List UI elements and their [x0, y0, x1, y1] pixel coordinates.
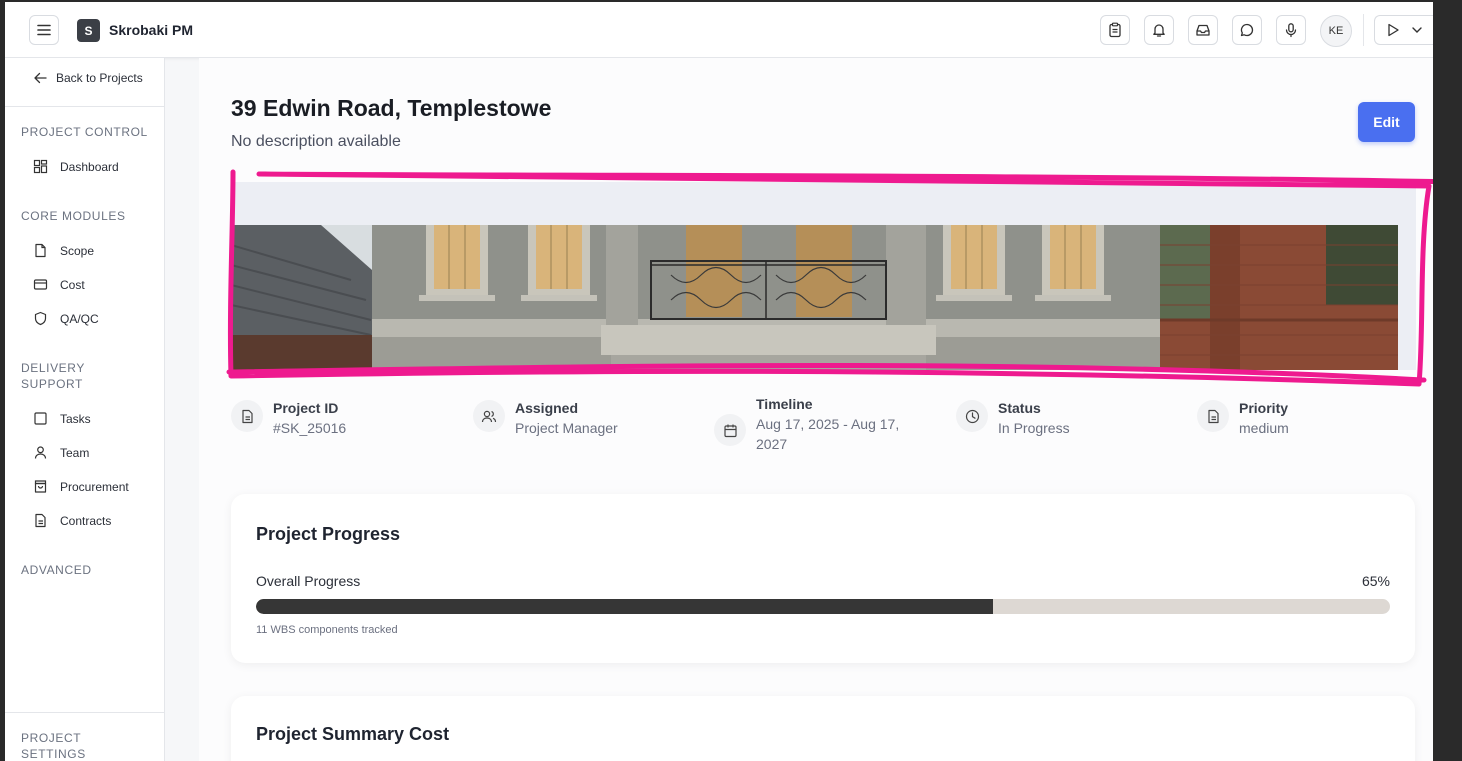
meta-label: Project ID: [273, 400, 339, 416]
document-icon: [231, 400, 263, 432]
sidebar-item-qaqc[interactable]: QA/QC: [33, 311, 99, 326]
sidebar-item-label: Cost: [60, 277, 85, 292]
progress-card: Project Progress Overall Progress 65% 11…: [231, 494, 1415, 663]
file-icon: [35, 243, 46, 258]
meta-label: Status: [998, 400, 1041, 416]
edit-button[interactable]: Edit: [1358, 102, 1415, 142]
app-logo[interactable]: S: [77, 19, 100, 42]
microphone-icon: [1285, 23, 1297, 38]
sidebar-item-dashboard[interactable]: Dashboard: [33, 159, 119, 174]
meta-value: Aug 17, 2025 - Aug 17, 2027: [756, 416, 900, 452]
shopping-bag-icon: [34, 480, 47, 493]
page-title: 39 Edwin Road, Templestowe: [231, 95, 552, 121]
card-title: Project Progress: [256, 524, 401, 544]
back-label: Back to Projects: [56, 71, 143, 85]
sidebar-item-scope[interactable]: Scope: [33, 243, 94, 258]
progress-percent: 65%: [1361, 573, 1390, 589]
meta-value: Project Manager: [515, 420, 618, 436]
menu-button[interactable]: [29, 15, 59, 45]
arrow-left-icon: [34, 72, 47, 84]
project-banner: [231, 182, 1416, 370]
sidebar-item-label: Contracts: [60, 513, 112, 528]
user-avatar[interactable]: KE: [1320, 15, 1352, 47]
wbs-note: 11 WBS components tracked: [256, 624, 398, 636]
voice-button[interactable]: [1276, 15, 1306, 45]
sidebar-divider: [5, 712, 164, 713]
meta-status: Status In Progress: [956, 398, 1070, 438]
summary-cost-card: Project Summary Cost: [231, 696, 1415, 761]
meta-project-id: Project ID #SK_25016: [231, 398, 346, 438]
sidebar-item-procurement[interactable]: Procurement: [33, 479, 129, 494]
app-title[interactable]: Skrobaki PM: [109, 22, 193, 38]
document-icon: [35, 513, 46, 528]
meta-value: In Progress: [998, 420, 1070, 436]
sidebar: Back to Projects PROJECT CONTROL Dashboa…: [5, 58, 165, 761]
inbox-icon: [1196, 24, 1210, 36]
sidebar-item-label: QA/QC: [60, 311, 99, 326]
meta-priority: Priority medium: [1197, 398, 1289, 438]
meta-label: Priority: [1239, 400, 1289, 416]
play-icon: [1388, 23, 1399, 37]
sidebar-item-label: Tasks: [60, 411, 91, 426]
section-delivery-support: DELIVERY SUPPORT: [21, 361, 85, 391]
sidebar-item-label: Dashboard: [60, 159, 119, 174]
square-icon: [34, 412, 47, 425]
chat-icon: [1240, 23, 1254, 37]
clock-icon: [956, 400, 988, 432]
sidebar-item-tasks[interactable]: Tasks: [33, 411, 91, 426]
meta-assigned: Assigned Project Manager: [473, 398, 618, 438]
clipboard-button[interactable]: [1100, 15, 1130, 45]
sidebar-item-team[interactable]: Team: [33, 445, 89, 460]
back-to-projects-link[interactable]: Back to Projects: [33, 71, 143, 85]
meta-value: #SK_25016: [273, 420, 347, 436]
house-photo: [231, 225, 1398, 370]
users-icon: [473, 400, 505, 432]
sidebar-item-label: Team: [60, 445, 90, 460]
progress-bar-fill: [256, 599, 994, 614]
bell-icon: [1153, 24, 1165, 37]
top-header: S Skrobaki PM KE: [5, 2, 1433, 58]
project-description: No description available: [231, 133, 401, 150]
document-icon: [1197, 400, 1229, 432]
sidebar-item-contracts[interactable]: Contracts: [33, 513, 111, 528]
progress-bar: [256, 599, 1390, 614]
section-advanced: ADVANCED: [21, 563, 92, 577]
card-title: Project Summary Cost: [256, 724, 450, 744]
menu-icon: [37, 24, 51, 36]
chevron-down-icon: [1412, 27, 1422, 33]
calendar-icon: [714, 414, 746, 446]
meta-value: medium: [1239, 420, 1289, 436]
meta-label: Timeline: [756, 396, 813, 412]
sidebar-divider: [5, 106, 164, 107]
inbox-button[interactable]: [1188, 15, 1218, 45]
clipboard-icon: [1109, 22, 1121, 38]
section-core-modules: CORE MODULES: [21, 209, 126, 223]
user-icon: [34, 446, 47, 459]
sidebar-item-label: Procurement: [60, 479, 129, 494]
chat-button[interactable]: [1232, 15, 1262, 45]
section-project-control: PROJECT CONTROL: [21, 125, 148, 139]
shield-icon: [34, 311, 47, 326]
credit-card-icon: [33, 279, 48, 290]
sidebar-item-cost[interactable]: Cost: [33, 277, 85, 292]
sidebar-item-label: Scope: [60, 243, 95, 258]
run-menu-button[interactable]: [1374, 15, 1433, 45]
header-divider: [1363, 14, 1364, 46]
dashboard-icon: [33, 159, 48, 174]
progress-label: Overall Progress: [256, 573, 361, 589]
notifications-button[interactable]: [1144, 15, 1174, 45]
section-project-settings: PROJECT SETTINGS: [21, 731, 86, 761]
app-window: S Skrobaki PM KE Back to Projects PROJEC…: [5, 2, 1433, 761]
meta-label: Assigned: [515, 400, 579, 416]
main-content: 39 Edwin Road, Templestowe No descriptio…: [199, 58, 1433, 761]
meta-timeline: Timeline Aug 17, 2025 - Aug 17, 2027: [714, 396, 916, 454]
